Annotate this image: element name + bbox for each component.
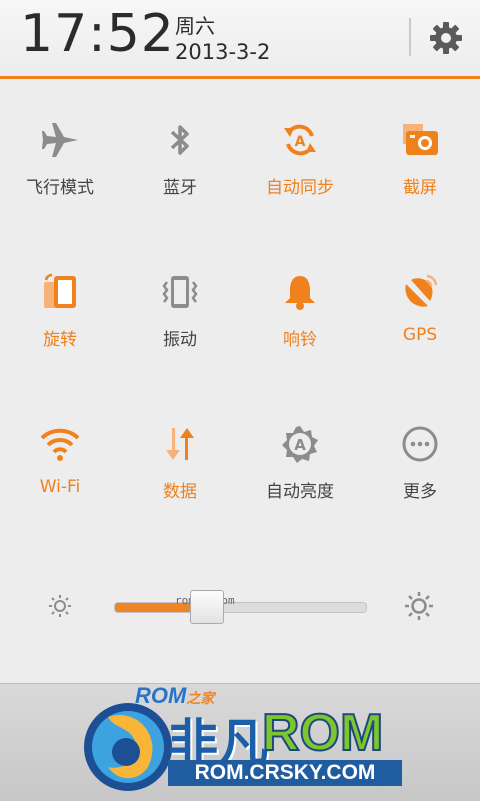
auto-brightness-icon: A	[282, 426, 318, 463]
header-divider	[409, 18, 411, 56]
toggle-label: GPS	[402, 325, 438, 345]
svg-text:A: A	[295, 134, 306, 150]
toggle-label: 响铃	[283, 330, 317, 350]
gps-icon	[405, 274, 438, 307]
brightness-low-icon	[49, 595, 71, 617]
toggle-label: 数据	[163, 482, 197, 502]
wifi-icon	[40, 428, 80, 461]
banner-url: ROM.CRSKY.COM	[168, 760, 402, 786]
toggle-label: 更多	[403, 482, 437, 502]
gear-icon[interactable]	[426, 18, 466, 58]
brightness-slider[interactable]	[114, 602, 367, 613]
toggle-screenshot[interactable]: 截屏	[360, 110, 480, 220]
toggle-label: 振动	[163, 330, 197, 350]
toggle-gps[interactable]: GPS	[360, 262, 480, 372]
toggle-label: 蓝牙	[163, 178, 197, 198]
toggle-wifi[interactable]: Wi-Fi	[0, 414, 120, 524]
toggle-sync[interactable]: A 自动同步	[240, 110, 360, 220]
logo-swirl-icon	[84, 703, 172, 791]
airplane-icon	[42, 123, 78, 157]
toggle-airplane[interactable]: 飞行模式	[0, 110, 120, 220]
more-icon	[402, 426, 438, 462]
toggle-label: 截屏	[403, 178, 437, 198]
screenshot-icon	[403, 124, 438, 155]
toggle-label: 自动亮度	[266, 482, 334, 502]
toggle-label: Wi-Fi	[39, 477, 81, 497]
toggle-more[interactable]: 更多	[360, 414, 480, 524]
weekday-label: 周六	[175, 14, 215, 38]
brightness-thumb[interactable]	[189, 590, 224, 624]
bell-icon	[285, 276, 315, 310]
toggle-data[interactable]: 数据	[120, 414, 240, 524]
toggle-label: 飞行模式	[26, 178, 94, 198]
toggle-label: 旋转	[43, 330, 77, 350]
vibrate-icon	[162, 276, 198, 308]
toggle-auto-brightness[interactable]: A 自动亮度	[240, 414, 360, 524]
banner-title-en: ROM	[261, 703, 384, 763]
date-label: 2013-3-2	[175, 40, 271, 64]
toggle-ring[interactable]: 响铃	[240, 262, 360, 372]
toggle-vibrate[interactable]: 振动	[120, 262, 240, 372]
brightness-high-icon	[405, 592, 433, 620]
toggle-bluetooth[interactable]: 蓝牙	[120, 110, 240, 220]
toggle-rotate[interactable]: 旋转	[0, 262, 120, 372]
rotate-icon	[44, 273, 76, 308]
data-icon	[166, 428, 194, 460]
bluetooth-icon	[170, 125, 189, 155]
toggle-label: 自动同步	[266, 178, 334, 198]
sync-icon: A	[284, 124, 316, 156]
status-header: 17:52 周六 2013-3-2	[0, 0, 480, 79]
clock-time: 17:52	[20, 4, 175, 64]
svg-text:A: A	[294, 436, 306, 454]
